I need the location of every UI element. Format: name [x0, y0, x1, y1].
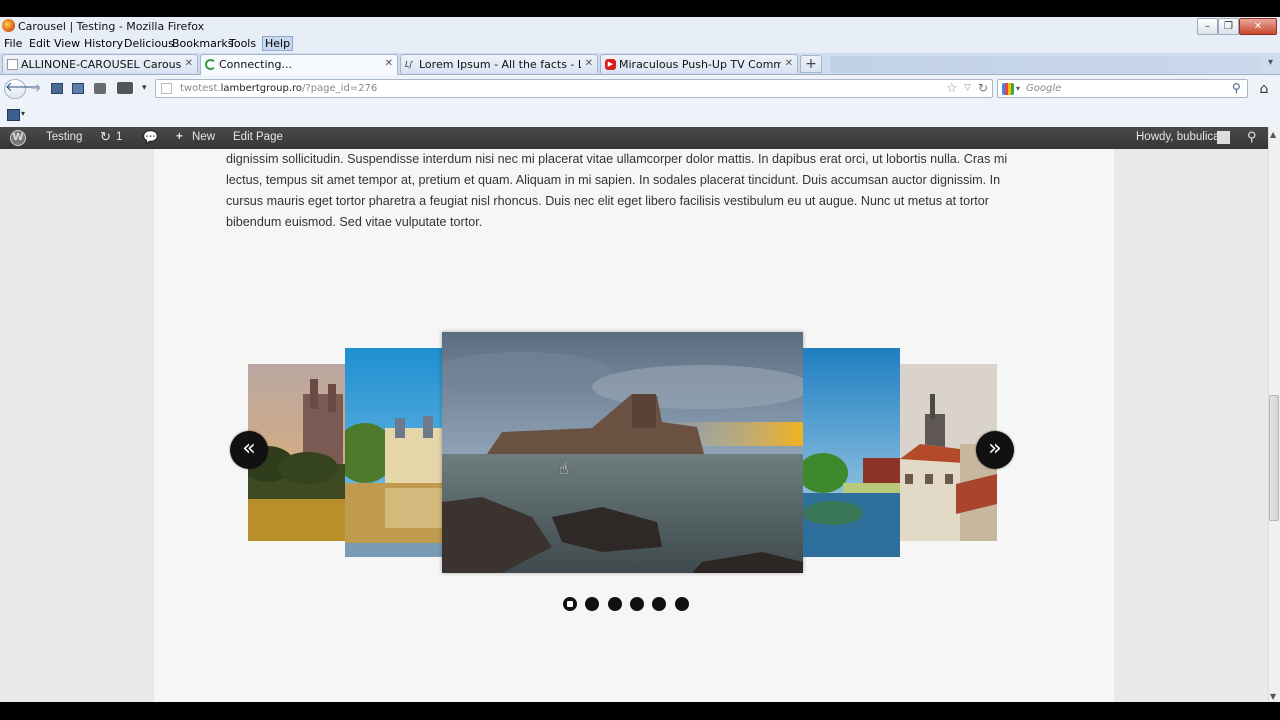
loading-icon — [205, 59, 216, 70]
avatar[interactable] — [1217, 131, 1230, 144]
tab-youtube[interactable]: ▶ Miraculous Push-Up TV Commercial ... ✕ — [600, 54, 798, 73]
menu-delicious[interactable]: Delicious — [124, 37, 174, 50]
menu-file[interactable]: File — [4, 37, 22, 50]
window-icon[interactable] — [72, 83, 84, 94]
carousel-prev-button[interactable]: « — [230, 431, 268, 469]
updates-icon[interactable]: ↻ — [100, 129, 111, 145]
menu-help[interactable]: Help — [262, 36, 294, 51]
site-name-link[interactable]: Testing — [46, 131, 82, 143]
updates-count[interactable]: 1 — [116, 131, 122, 143]
scroll-up-arrow-icon[interactable]: ▲ — [1270, 130, 1276, 139]
paragraph-line: cursus mauris eget tortor pharetra a feu… — [226, 194, 989, 208]
site-identity-icon[interactable] — [161, 83, 172, 94]
menubar: File Edit View History Delicious Bookmar… — [0, 36, 1280, 53]
tab-connecting[interactable]: Connecting... ✕ — [200, 54, 398, 75]
search-engine-dropdown-icon[interactable]: ▾ — [1016, 84, 1020, 93]
tab-lorem-ipsum[interactable]: Lʃ Lorem Ipsum - All the facts - Lipsum … — [400, 54, 598, 73]
youtube-icon: ▶ — [605, 59, 616, 70]
close-tab-icon[interactable]: ✕ — [785, 58, 793, 69]
menu-history[interactable]: History — [84, 37, 123, 50]
carousel-dot[interactable] — [585, 597, 599, 611]
forward-arrow-icon[interactable]: ➜ — [28, 81, 44, 97]
carousel-slide-sea-fortress[interactable] — [442, 332, 803, 573]
paragraph-line: dignissim sollicitudin. Suspendisse inte… — [226, 152, 1008, 166]
carousel-dot[interactable] — [675, 597, 689, 611]
menu-tools[interactable]: Tools — [229, 37, 256, 50]
google-icon[interactable] — [1002, 83, 1014, 95]
sea-fortress-image — [442, 332, 803, 573]
print-icon[interactable] — [94, 83, 106, 94]
carousel-dot[interactable] — [608, 597, 622, 611]
delicious-icon[interactable] — [7, 109, 20, 121]
back-arrow-icon[interactable]: 🡐 — [4, 79, 40, 99]
tab-label: ALLINONE-CAROUSEL Carousel Setti... — [21, 58, 181, 71]
close-window-button[interactable]: ✕ — [1239, 18, 1277, 35]
firefox-logo-icon — [2, 19, 15, 32]
search-bar[interactable]: ▾ Google ⚲ — [997, 79, 1248, 98]
tab-label: Connecting... — [219, 58, 292, 71]
hidden-tabs-overflow — [830, 56, 1260, 73]
screen-letterbox-top — [0, 0, 1280, 17]
edit-page-link[interactable]: Edit Page — [233, 131, 283, 143]
search-icon[interactable]: ⚲ — [1232, 81, 1241, 95]
close-tab-icon[interactable]: ✕ — [585, 58, 593, 69]
screenshot-icon[interactable] — [51, 83, 63, 94]
paragraph-line: lectus, tempus sit amet tempor at, preti… — [226, 173, 1001, 187]
river-village-image — [803, 348, 900, 557]
tab-allinone-carousel[interactable]: ALLINONE-CAROUSEL Carousel Setti... ✕ — [2, 54, 198, 73]
scrollbar-thumb[interactable] — [1269, 395, 1279, 521]
new-plus-icon[interactable]: + — [176, 131, 183, 143]
chateau-lake-image — [345, 348, 442, 557]
url-history-dropdown-icon[interactable]: ▽ — [964, 83, 971, 93]
url-text: twotest.lambertgroup.ro/?page_id=276 — [180, 83, 377, 94]
new-content-link[interactable]: New — [192, 131, 215, 143]
lipsum-icon: Lʃ — [405, 60, 413, 69]
menu-bookmarks[interactable]: Bookmarks — [172, 37, 233, 50]
howdy-account-link[interactable]: Howdy, bubulica — [1136, 131, 1220, 143]
window-titlebar: Carousel | Testing - Mozilla Firefox – ❐… — [0, 17, 1280, 37]
carousel-slide-river-village[interactable] — [803, 348, 900, 557]
reload-icon[interactable]: ↻ — [978, 81, 988, 95]
bookmark-star-icon[interactable]: ☆ — [946, 81, 958, 96]
paragraph-line: bibendum euismod. Sed vitae vulputate to… — [226, 215, 483, 229]
carousel-dot[interactable] — [652, 597, 666, 611]
camera-dropdown-icon[interactable]: ▾ — [142, 83, 147, 93]
minimize-button[interactable]: – — [1197, 18, 1218, 35]
delicious-dropdown-icon[interactable]: ▾ — [21, 109, 25, 118]
bookmarks-toolbar: ▾ — [0, 103, 1280, 128]
hand-cursor-icon: ☝ — [559, 459, 569, 478]
new-tab-button[interactable]: + — [800, 55, 822, 73]
tab-label: Miraculous Push-Up TV Commercial ... — [619, 58, 781, 71]
menu-edit[interactable]: Edit — [29, 37, 50, 50]
carousel-slide-chateau-lake[interactable] — [345, 348, 442, 557]
wp-admin-bar: W Testing ↻ 1 💬 + New Edit Page Howdy, b… — [0, 127, 1268, 149]
carousel-dot[interactable] — [563, 597, 577, 611]
home-icon[interactable]: ⌂ — [1255, 80, 1273, 98]
url-path: /?page_id=276 — [302, 83, 378, 94]
camera-icon[interactable] — [117, 82, 133, 94]
url-bar[interactable]: twotest.lambertgroup.ro/?page_id=276 ☆ ▽… — [155, 79, 993, 98]
tab-label: Lorem Ipsum - All the facts - Lipsum ... — [419, 58, 581, 71]
url-domain: lambertgroup.ro — [220, 83, 303, 94]
window-title: Carousel | Testing - Mozilla Firefox — [18, 20, 205, 33]
admin-search-icon[interactable]: ⚲ — [1247, 129, 1257, 145]
close-tab-icon[interactable]: ✕ — [385, 58, 393, 69]
carousel-dot[interactable] — [630, 597, 644, 611]
menu-view[interactable]: View — [54, 37, 80, 50]
carousel-next-button[interactable]: » — [976, 431, 1014, 469]
screen-letterbox-bottom — [0, 702, 1280, 720]
close-tab-icon[interactable]: ✕ — [185, 58, 193, 69]
tab-list-chevron-icon[interactable]: ▾ — [1268, 57, 1273, 68]
tab-bar: ALLINONE-CAROUSEL Carousel Setti... ✕ Co… — [0, 53, 1280, 75]
search-placeholder: Google — [1026, 83, 1062, 94]
scroll-down-arrow-icon[interactable]: ▼ — [1270, 692, 1276, 701]
url-prefix: twotest. — [180, 83, 221, 94]
body-paragraph: dignissim sollicitudin. Suspendisse inte… — [226, 149, 1046, 233]
page-icon — [7, 59, 18, 70]
wordpress-logo-icon[interactable]: W — [10, 130, 26, 146]
restore-button[interactable]: ❐ — [1218, 18, 1239, 35]
comments-icon[interactable]: 💬 — [143, 130, 158, 144]
